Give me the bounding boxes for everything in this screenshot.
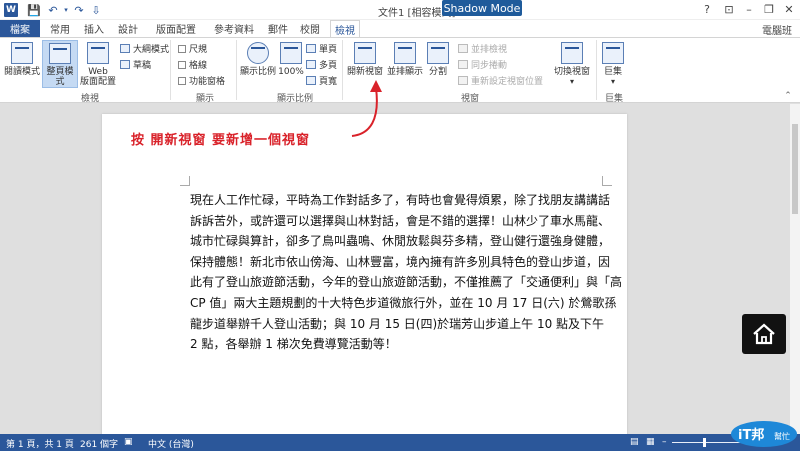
- print-layout-view-icon[interactable]: ▦: [646, 437, 655, 447]
- status-bar: 第 1 頁，共 1 頁 261 個字 ▣ 中文 (台灣) ▤ ▦ –: [0, 434, 800, 451]
- annotation-text: 按 開新視窗 要新增一個視窗: [131, 133, 311, 148]
- language-indicator[interactable]: 中文 (台灣): [148, 437, 194, 450]
- zoom-slider-thumb[interactable]: [703, 438, 706, 447]
- svg-text:幫忙: 幫忙: [774, 431, 790, 441]
- zoom-out-icon[interactable]: –: [662, 437, 667, 447]
- document-line: 訴訴苦外，或許還可以選擇與山林對話，會是不錯的選擇！山林少了車水馬龍、: [190, 213, 611, 228]
- word-count[interactable]: 261 個字: [80, 437, 118, 450]
- page-count[interactable]: 第 1 頁，共 1 頁: [6, 437, 74, 450]
- document-line: 現在人工作忙碌，平時為工作對話多了，有時也會覺得煩累，除了找朋友講講話: [190, 193, 611, 207]
- document-line: 城市忙碌與算計，卻多了鳥叫蟲鳴、休閒放鬆與芬多精，登山健行還強身健體，: [190, 234, 611, 249]
- document-line: CP 值」兩大主題規劃的十大特色步道微旅行外，並在 10 月 17 日(六) 於…: [190, 295, 617, 310]
- proofing-icon[interactable]: ▣: [124, 437, 133, 447]
- document-body[interactable]: 現在人工作忙碌，平時為工作對話多了，有時也會覺得煩累，除了找朋友講講話 訴訴苦外…: [190, 190, 623, 355]
- home-button[interactable]: [742, 314, 786, 354]
- svg-text:iT邦: iT邦: [738, 427, 764, 443]
- ithome-logo: iT邦 幫忙: [728, 418, 798, 448]
- document-line: 龍步道舉辦千人登山活動；與 10 月 15 日(四)於瑞芳山步道上午 10 點及…: [190, 316, 605, 331]
- read-mode-view-icon[interactable]: ▤: [630, 437, 639, 447]
- document-line: 此有了登山旅遊節活動，今年的登山旅遊節活動，不僅推薦了「交通便利」與「高: [190, 275, 623, 290]
- document-line: 保持體態！新北市依山傍海、山林豐富，境內擁有許多別具特色的登山步道，因: [190, 254, 611, 269]
- document-line: 2 點，各舉辦 1 梯次免費導覽活動等！: [190, 337, 397, 352]
- home-icon: [753, 323, 775, 345]
- vertical-scrollbar[interactable]: [790, 104, 800, 434]
- scrollbar-thumb[interactable]: [792, 124, 798, 214]
